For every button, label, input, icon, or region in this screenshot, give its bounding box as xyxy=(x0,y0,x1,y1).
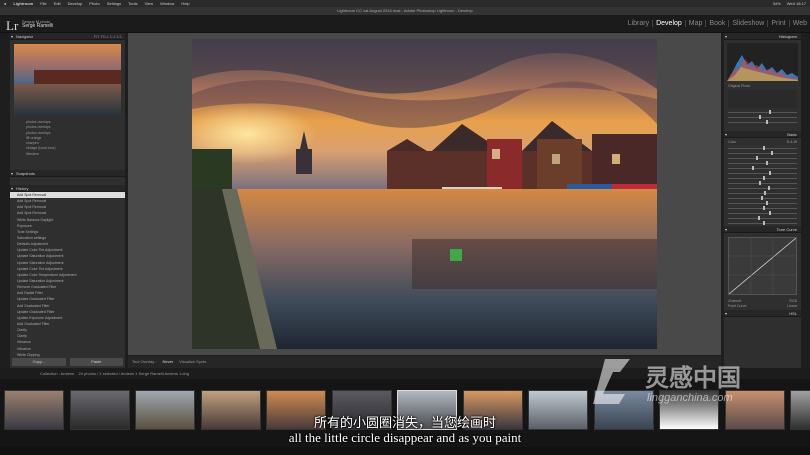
tool-overlay-label: Tool Overlay : xyxy=(132,359,157,364)
menu-window[interactable]: Window xyxy=(160,1,174,6)
module-book[interactable]: Book xyxy=(705,20,728,27)
history-header[interactable]: History xyxy=(10,185,125,192)
tool-strip[interactable] xyxy=(728,90,797,108)
identity-plate: Serguy M photo Serge Ramelli xyxy=(22,19,53,29)
module-map[interactable]: Map xyxy=(684,20,706,27)
preview-town xyxy=(34,70,121,84)
lightroom-logo: Lr xyxy=(6,18,19,33)
left-panel: Navigator FIT FILL 1:1 3:1 photos overla… xyxy=(10,33,125,368)
right-panel: Histogram Original Photo Basic Color B &… xyxy=(724,33,801,368)
mac-menubar: ● Lightroom File Edit Develop Photo Sett… xyxy=(0,0,810,7)
module-picker: Library Develop Map Book Slideshow Print… xyxy=(625,20,810,27)
photo-count: 24 photos / 1 selected / Amiens 1 Serge … xyxy=(78,371,189,376)
menu-develop[interactable]: Develop xyxy=(68,1,83,6)
watermark: 灵感中国 lingganchina.com xyxy=(585,354,790,414)
navigator-zoom[interactable]: FIT FILL 1:1 3:1 xyxy=(94,33,122,40)
snapshots-header[interactable]: Snapshots xyxy=(10,170,125,177)
main-photo[interactable] xyxy=(192,39,657,349)
watermark-url: lingganchina.com xyxy=(647,392,733,404)
preset-item[interactable]: Western xyxy=(26,152,119,157)
navigator-preview[interactable] xyxy=(14,44,121,116)
tone-curve-graph[interactable] xyxy=(728,237,797,295)
channel-select[interactable]: RGB xyxy=(789,299,797,303)
history-list: Add Spot Removal Add Spot Removal Add Spot… xyxy=(10,192,125,358)
menu-file[interactable]: File xyxy=(40,1,46,6)
preview-water xyxy=(14,84,121,116)
color-tab[interactable]: Color xyxy=(728,140,736,144)
apple-icon[interactable]: ● xyxy=(4,1,6,6)
navigator-title: Navigator xyxy=(16,34,34,39)
menu-help[interactable]: Help xyxy=(181,1,189,6)
histogram-header[interactable]: Histogram xyxy=(724,33,801,40)
channel-label: Channel: xyxy=(728,299,743,303)
menu-photo[interactable]: Photo xyxy=(89,1,99,6)
tone-curve-header[interactable]: Tone Curve xyxy=(724,226,801,233)
basic-header[interactable]: Basic xyxy=(724,131,801,138)
slider[interactable] xyxy=(728,120,797,125)
navigator-header[interactable]: Navigator FIT FILL 1:1 3:1 xyxy=(10,33,125,40)
copy-button[interactable]: Copy... xyxy=(12,358,66,366)
basic-sliders xyxy=(724,146,801,226)
watermark-text: 灵感中国 xyxy=(645,364,741,392)
subtitle-chinese: 所有的小圆圈消失，当您绘画时 xyxy=(313,416,496,431)
watermark-logo-icon xyxy=(593,359,630,404)
identity-header: Lr Serguy M photo Serge Ramelli Library … xyxy=(0,15,810,33)
visualize-spots-checkbox[interactable]: Visualize Spots xyxy=(179,356,206,368)
menu-lightroom[interactable]: Lightroom xyxy=(13,1,33,6)
module-library[interactable]: Library xyxy=(625,20,652,27)
module-develop[interactable]: Develop xyxy=(652,20,685,27)
tool-overlay-select[interactable]: Never xyxy=(162,356,173,368)
bw-tab[interactable]: B & W xyxy=(787,140,797,144)
hsl-header[interactable]: HSL xyxy=(724,310,801,317)
presets-list: photos overlays photos overlays photos o… xyxy=(10,118,125,170)
histogram xyxy=(727,43,798,81)
module-print[interactable]: Print xyxy=(767,20,788,27)
snapshots-spacer xyxy=(10,177,125,185)
paste-button[interactable]: Paste xyxy=(69,358,123,366)
tone-curve-line xyxy=(728,237,797,295)
histogram-graph xyxy=(727,55,798,81)
module-web[interactable]: Web xyxy=(788,20,810,27)
module-slideshow[interactable]: Slideshow xyxy=(728,20,767,27)
menu-settings[interactable]: Settings xyxy=(107,1,121,6)
menu-edit[interactable]: Edit xyxy=(54,1,61,6)
photo-illustration xyxy=(192,39,657,349)
point-curve-label: Point Curve: xyxy=(728,304,748,308)
bottom-bar xyxy=(0,447,810,455)
subtitle-english: all the little circle disappear and as y… xyxy=(288,430,522,445)
collection-path[interactable]: Collection : Amiens xyxy=(40,371,74,376)
point-curve-select[interactable]: Linear xyxy=(787,304,797,308)
menu-view[interactable]: View xyxy=(145,1,154,6)
copy-paste-bar: Copy... Paste xyxy=(10,357,125,367)
window-title: Lightroom CC cat August 2015.lrcat - Ado… xyxy=(0,7,810,15)
clock: Wed 18:17 xyxy=(786,1,806,6)
battery-status: 34% xyxy=(772,1,781,6)
original-photo-checkbox[interactable]: Original Photo xyxy=(728,84,797,88)
menu-tools[interactable]: Tools xyxy=(128,1,137,6)
identity-name: Serge Ramelli xyxy=(22,23,54,29)
